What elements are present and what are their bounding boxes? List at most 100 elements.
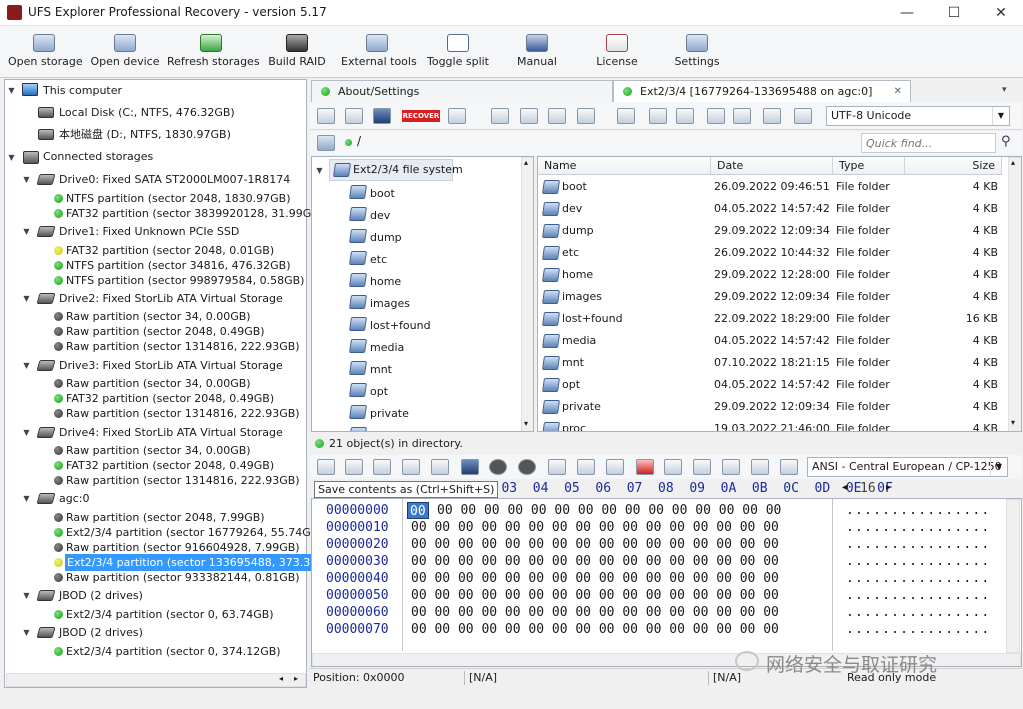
scroll-down-arrow[interactable]: ▾	[524, 419, 528, 428]
tree-this-computer[interactable]: This computer	[43, 82, 122, 99]
folder-tree-item[interactable]: lost+found	[370, 317, 431, 334]
expand-toggle[interactable]: ▼	[22, 361, 31, 370]
file-row[interactable]: private 29.09.2022 12:09:34 File folder 4 K…	[538, 396, 1008, 418]
tree-partition[interactable]: NTFS partition (sector 998979584, 0.58GB…	[66, 272, 304, 289]
edit-icon[interactable]	[780, 459, 798, 475]
tab-ext-partition[interactable]: Ext2/3/4 [16779264-133695488 on agc:0] ✕	[613, 80, 911, 102]
sector-prev-icon[interactable]	[693, 459, 711, 475]
toggle-split-button[interactable]: Toggle split	[426, 30, 490, 76]
expand-toggle[interactable]: ▼	[22, 175, 31, 184]
hex-bytes[interactable]: 00 00 00 00 00 00 00 00 00 00 00 00 00 0…	[411, 519, 779, 536]
refresh-storages-button[interactable]: Refresh storages	[167, 30, 260, 76]
expand-toggle[interactable]: ▼	[22, 494, 31, 503]
folder-tree-item[interactable]: mnt	[370, 361, 392, 378]
file-list-scrollbar[interactable]: ▴ ▾	[1008, 157, 1021, 431]
close-button[interactable]: ✕	[978, 0, 1023, 26]
tree-partition[interactable]: Raw partition (sector 1314816, 222.93GB)	[66, 338, 300, 355]
path-text[interactable]: /	[357, 134, 361, 148]
folder-up-icon[interactable]	[317, 135, 335, 151]
hex-view-icon[interactable]	[763, 108, 781, 124]
folder-tree-item[interactable]: home	[370, 273, 401, 290]
save-icon[interactable]	[317, 108, 335, 124]
properties-icon[interactable]	[707, 108, 725, 124]
file-row[interactable]: mnt 07.10.2022 18:21:15 File folder 4 KB	[538, 352, 1008, 374]
scroll-right-arrow[interactable]: ▸	[294, 674, 298, 683]
ascii-text[interactable]: ................	[846, 502, 990, 519]
hex-vertical-scrollbar[interactable]	[1006, 499, 1020, 653]
back-icon[interactable]	[491, 108, 509, 124]
column-name[interactable]: Name	[538, 157, 711, 175]
bookmark-icon[interactable]	[664, 459, 682, 475]
recover-icon[interactable]: RECOVER	[402, 110, 440, 122]
tree-horizontal-scrollbar[interactable]: ◂ ▸	[6, 673, 306, 687]
tree-drive[interactable]: Drive1: Fixed Unknown PCIe SSD	[59, 223, 239, 240]
file-row[interactable]: dump 29.09.2022 12:09:34 File folder 4 KB	[538, 220, 1008, 242]
select-icon[interactable]	[345, 459, 363, 475]
external-tools-button[interactable]: External tools	[341, 30, 417, 76]
copy-icon[interactable]	[548, 108, 566, 124]
scroll-left-arrow[interactable]: ◂	[279, 674, 283, 683]
ascii-text[interactable]: ................	[846, 587, 990, 604]
manual-button[interactable]: Manual	[511, 30, 563, 76]
width-increase-icon[interactable]: ▸	[886, 482, 891, 493]
find-binoculars-icon[interactable]	[461, 459, 479, 475]
file-row[interactable]: media 04.05.2022 14:57:42 File folder 4 KB	[538, 330, 1008, 352]
search-icon[interactable]: ⚲	[1001, 134, 1011, 149]
ascii-text[interactable]: ................	[846, 604, 990, 621]
sector-next-icon[interactable]	[722, 459, 740, 475]
hex-cursor-byte[interactable]: 00	[407, 502, 429, 519]
tree-drive[interactable]: Drive0: Fixed SATA ST2000LM007-1R8174	[59, 171, 290, 188]
expand-toggle[interactable]: ▼	[315, 166, 324, 175]
expand-toggle[interactable]: ▼	[22, 591, 31, 600]
copy-hex-icon[interactable]	[402, 459, 420, 475]
folder-tree-scrollbar[interactable]: ▴ ▾	[521, 157, 533, 431]
scroll-down-arrow[interactable]: ▾	[1011, 418, 1015, 427]
tree-partition[interactable]: Ext2/3/4 partition (sector 0, 374.12GB)	[66, 643, 281, 660]
file-row[interactable]: dev 04.05.2022 14:57:42 File folder 4 KB	[538, 198, 1008, 220]
column-date[interactable]: Date	[711, 157, 833, 175]
tree-partition[interactable]: FAT32 partition (sector 3839920128, 31.9…	[66, 205, 323, 222]
flag-icon[interactable]	[636, 459, 654, 475]
goto-icon[interactable]	[548, 459, 566, 475]
folder-tree-item[interactable]: etc	[370, 251, 387, 268]
folder-tree-item[interactable]: images	[370, 295, 410, 312]
tree-view-icon[interactable]	[345, 108, 363, 124]
tree-connected-storages[interactable]: Connected storages	[43, 148, 153, 165]
minimize-button[interactable]: —	[884, 0, 930, 26]
tree-partition[interactable]: Raw partition (sector 1314816, 222.93GB)	[66, 405, 300, 422]
quick-find-input[interactable]	[861, 133, 996, 153]
folder-tree-item[interactable]: media	[370, 339, 404, 356]
tree-drive[interactable]: Drive4: Fixed StorLib ATA Virtual Storag…	[59, 424, 283, 441]
codepage-select[interactable]: ANSI - Central European / CP-1250 ▼	[807, 457, 1008, 477]
expand-toggle[interactable]: ▼	[22, 628, 31, 637]
hex-bytes[interactable]: 00 00 00 00 00 00 00 00 00 00 00 00 00 0…	[411, 570, 779, 587]
open-device-button[interactable]: Open device	[90, 30, 160, 76]
license-button[interactable]: License	[592, 30, 642, 76]
hex-bytes[interactable]: 00 00 00 00 00 00 00 00 00 00 00 00 00 0…	[411, 621, 779, 638]
open-storage-button[interactable]: Open storage	[8, 30, 83, 76]
mark-icon[interactable]	[520, 108, 538, 124]
tree-drive[interactable]: JBOD (2 drives)	[59, 624, 143, 641]
file-row[interactable]: images 29.09.2022 12:09:34 File folder 4 KB	[538, 286, 1008, 308]
tab-about-settings[interactable]: About/Settings	[311, 80, 613, 102]
clean-icon[interactable]	[794, 108, 812, 124]
tree-local-disk-d[interactable]: 本地磁盘 (D:, NTFS, 1830.97GB)	[59, 126, 231, 143]
paste-icon[interactable]	[431, 459, 449, 475]
build-raid-button[interactable]: Build RAID	[268, 30, 326, 76]
ascii-text[interactable]: ................	[846, 621, 990, 638]
tree-drive[interactable]: Drive3: Fixed StorLib ATA Virtual Storag…	[59, 357, 283, 374]
folder-tree-item[interactable]: proc	[370, 427, 394, 431]
hex-bytes[interactable]: 00 00 00 00 00 00 00 00 00 00 00 00 00 0…	[411, 604, 779, 621]
expand-toggle[interactable]: ▼	[7, 86, 16, 95]
sync-icon[interactable]	[751, 459, 769, 475]
prev-icon[interactable]	[489, 459, 507, 475]
folder-tree-item[interactable]: dump	[370, 229, 402, 246]
tool-icon[interactable]	[617, 108, 635, 124]
tree-partition[interactable]: Raw partition (sector 933382144, 0.81GB)	[66, 569, 300, 586]
folder-tree-item[interactable]: dev	[370, 207, 390, 224]
search-binoculars-icon[interactable]	[373, 108, 391, 124]
column-type[interactable]: Type	[833, 157, 905, 175]
file-row[interactable]: home 29.09.2022 12:28:00 File folder 4 KB	[538, 264, 1008, 286]
tabs-overflow-icon[interactable]: ▾	[1002, 85, 1007, 95]
save-contents-icon[interactable]	[317, 459, 335, 475]
